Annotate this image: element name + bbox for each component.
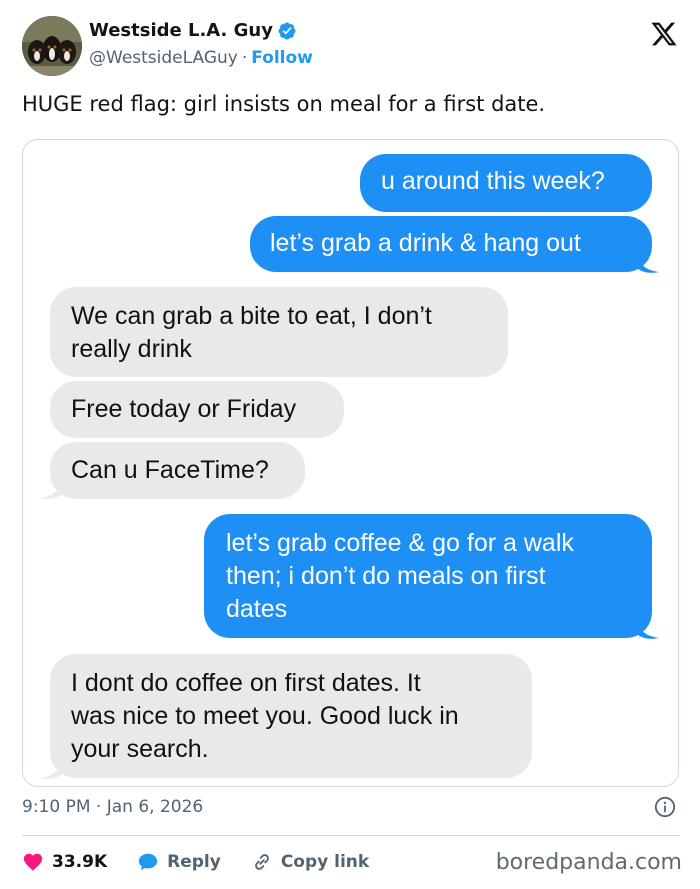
- action-bar: 33.9K Reply Copy link: [22, 848, 399, 876]
- outgoing-message: let’s grab a drink & hang out: [250, 216, 652, 272]
- x-logo-icon[interactable]: [650, 20, 678, 48]
- chat-screenshot[interactable]: u around this week? let’s grab a drink &…: [22, 139, 679, 787]
- copy-link-button[interactable]: Copy link: [251, 851, 369, 873]
- like-count: 33.9K: [52, 852, 108, 872]
- reply-button[interactable]: Reply: [137, 851, 221, 873]
- handle-row: @WestsideLAGuy · Follow: [89, 48, 313, 68]
- timestamp-separator: ·: [95, 797, 102, 817]
- follow-button[interactable]: Follow: [251, 48, 313, 68]
- bubble-tail: [637, 620, 659, 639]
- tweet-time: 9:10 PM: [22, 797, 91, 817]
- bubble-tail: [40, 480, 62, 499]
- message-line: Can u FaceTime?: [71, 456, 269, 484]
- message-line: was nice to meet you. Good luck in: [71, 702, 459, 730]
- message-line: I dont do coffee on first dates. It: [71, 669, 421, 697]
- outgoing-message: let’s grab coffee & go for a walk then; …: [204, 514, 652, 638]
- watermark: boredpanda.com: [495, 850, 682, 875]
- display-name[interactable]: Westside L.A. Guy: [89, 20, 273, 41]
- incoming-message: Can u FaceTime?: [50, 442, 305, 499]
- tweet-text: HUGE red flag: girl insists on meal for …: [22, 92, 546, 116]
- message-line: let’s grab coffee & go for a walk: [226, 529, 574, 557]
- verified-badge-icon: [278, 21, 296, 40]
- like-button[interactable]: 33.9K: [22, 851, 107, 873]
- message-line: your search.: [71, 735, 209, 763]
- message-line: then; i don’t do meals on first: [226, 562, 546, 590]
- heart-icon: [23, 853, 43, 871]
- reply-label: Reply: [167, 852, 221, 872]
- link-icon: [254, 854, 269, 870]
- name-row: Westside L.A. Guy: [89, 20, 297, 41]
- incoming-message: I dont do coffee on first dates. It was …: [50, 654, 532, 778]
- message-line: really drink: [71, 335, 192, 363]
- message-line: let’s grab a drink & hang out: [270, 229, 581, 257]
- avatar[interactable]: [22, 16, 82, 76]
- speech-bubble-icon: [138, 853, 158, 871]
- tweet-header: Westside L.A. Guy @WestsideLAGuy · Follo…: [22, 14, 682, 78]
- tweet-date: Jan 6, 2026: [106, 797, 204, 817]
- copy-link-label: Copy link: [280, 852, 370, 872]
- tweet-timestamp[interactable]: 9:10 PM · Jan 6, 2026: [22, 797, 203, 817]
- message-line: We can grab a bite to eat, I don’t: [71, 302, 432, 330]
- message-line: Free today or Friday: [71, 395, 297, 423]
- handle-separator: ·: [241, 48, 248, 68]
- outgoing-message: u around this week?: [360, 154, 652, 212]
- handle[interactable]: @WestsideLAGuy: [89, 48, 238, 68]
- bubble-tail: [40, 760, 62, 779]
- bubble-tail: [637, 254, 659, 273]
- divider: [22, 835, 680, 836]
- info-icon[interactable]: [654, 796, 676, 818]
- message-line: u around this week?: [381, 167, 605, 195]
- message-line: dates: [226, 595, 288, 623]
- incoming-message: Free today or Friday: [50, 381, 344, 438]
- incoming-message: We can grab a bite to eat, I don’t reall…: [50, 287, 508, 377]
